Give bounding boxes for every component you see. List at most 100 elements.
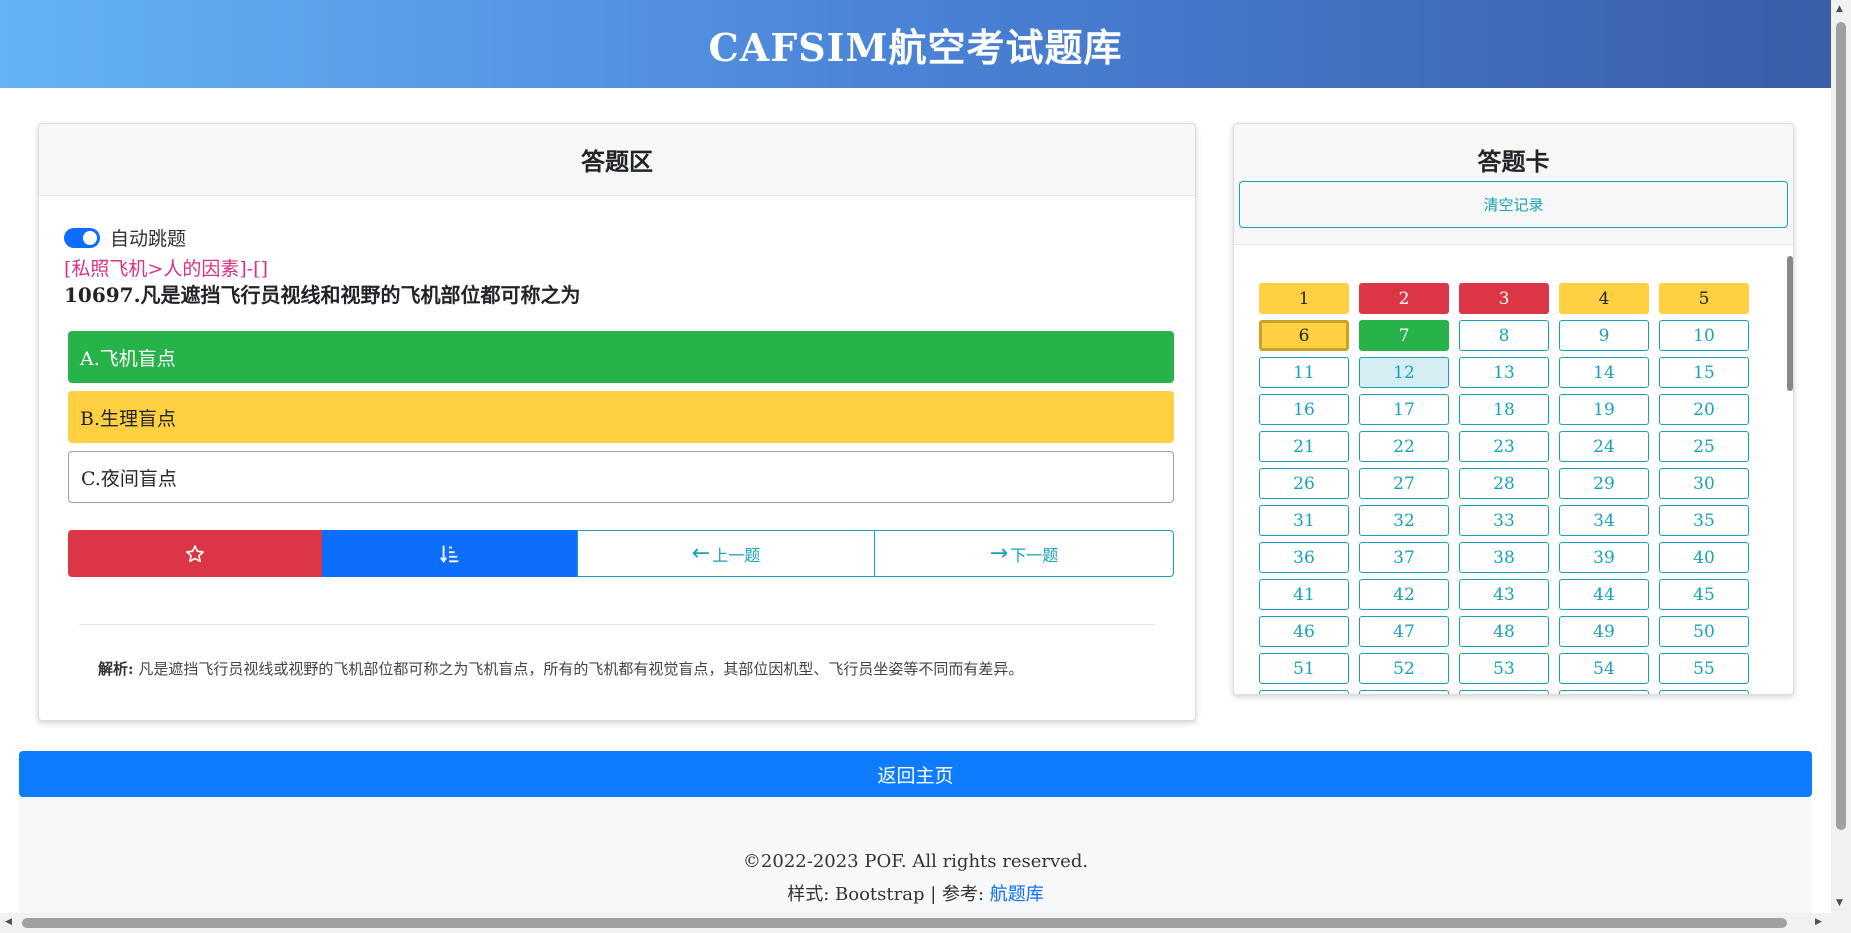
answer-sheet-cell-45[interactable]: 45 [1659,579,1749,610]
answer-sheet-cell-37[interactable]: 37 [1359,542,1449,573]
answer-sheet-cell-19[interactable]: 19 [1559,394,1649,425]
answer-sheet-cell-21[interactable]: 21 [1259,431,1349,462]
answer-sheet-cell-3[interactable]: 3 [1459,283,1549,314]
copyright-text: ©2022-2023 POF. All rights reserved. [742,851,1089,872]
answer-sheet-cell-18[interactable]: 18 [1459,394,1549,425]
answer-sheet-cell-32[interactable]: 32 [1359,505,1449,536]
answer-sheet-cell-38[interactable]: 38 [1459,542,1549,573]
page-horizontal-scrollbar[interactable]: ◀ ▶ [0,913,1831,933]
answer-sheet-cell-59[interactable]: 59 [1559,690,1649,694]
answer-sheet-cell-42[interactable]: 42 [1359,579,1449,610]
answer-sheet-cell-13[interactable]: 13 [1459,357,1549,388]
sort-numeric-down-icon [439,545,458,563]
question-category: [私照飞机>人的因素]-[] [64,258,268,280]
option-a-label: A.飞机盲点 [80,347,176,370]
clear-records-button[interactable]: 清空记录 [1239,181,1788,228]
prev-question-label: 上一题 [712,545,761,565]
answer-sheet-cell-29[interactable]: 29 [1559,468,1649,499]
scroll-down-icon[interactable]: ▼ [1836,898,1843,908]
answer-sheet-cell-39[interactable]: 39 [1559,542,1649,573]
answer-sheet-cell-55[interactable]: 55 [1659,653,1749,684]
answer-sheet-cell-49[interactable]: 49 [1559,616,1649,647]
answer-sheet-cell-12[interactable]: 12 [1359,357,1449,388]
answer-sheet-cell-56[interactable]: 56 [1259,690,1349,694]
answer-sheet-cell-51[interactable]: 51 [1259,653,1349,684]
answer-sheet-cell-17[interactable]: 17 [1359,394,1449,425]
answer-sheet-cell-1[interactable]: 1 [1259,283,1349,314]
answer-area-title: 答题区 [39,124,1195,196]
answer-sheet-cell-6[interactable]: 6 [1259,320,1349,351]
analysis-divider [79,624,1155,625]
answer-sheet-cell-58[interactable]: 58 [1459,690,1549,694]
answer-sheet-cell-46[interactable]: 46 [1259,616,1349,647]
auto-jump-toggle[interactable] [64,227,100,248]
answer-sheet-cell-27[interactable]: 27 [1359,468,1449,499]
option-a[interactable]: A.飞机盲点 [68,331,1174,383]
answer-sheet-cell-53[interactable]: 53 [1459,653,1549,684]
answer-sheet-cell-24[interactable]: 24 [1559,431,1649,462]
answer-sheet-cell-10[interactable]: 10 [1659,320,1749,351]
answer-sheet-cell-47[interactable]: 47 [1359,616,1449,647]
scroll-left-icon[interactable]: ◀ [5,917,12,927]
answer-sheet-cell-11[interactable]: 11 [1259,357,1349,388]
answer-sheet-cell-16[interactable]: 16 [1259,394,1349,425]
return-home-button[interactable]: 返回主页 [19,751,1812,797]
answer-sheet-cell-34[interactable]: 34 [1559,505,1649,536]
reference-link[interactable]: 航题库 [990,884,1044,905]
answer-sheet-cell-41[interactable]: 41 [1259,579,1349,610]
answer-sheet-cell-4[interactable]: 4 [1559,283,1649,314]
answer-sheet-cell-60[interactable]: 60 [1659,690,1749,694]
answer-sheet-cell-33[interactable]: 33 [1459,505,1549,536]
answer-sheet-cell-48[interactable]: 48 [1459,616,1549,647]
answer-sheet-cell-5[interactable]: 5 [1659,283,1749,314]
answer-sheet-cell-8[interactable]: 8 [1459,320,1549,351]
analysis-text: 凡是遮挡飞行员视线或视野的飞机部位都可称之为飞机盲点，所有的飞机都有视觉盲点，其… [138,660,1024,678]
answer-sheet-cell-20[interactable]: 20 [1659,394,1749,425]
answer-sheet-cell-36[interactable]: 36 [1259,542,1349,573]
answer-sheet-cell-14[interactable]: 14 [1559,357,1649,388]
scroll-right-icon[interactable]: ▶ [1815,917,1822,927]
option-b-label: B.生理盲点 [80,407,177,430]
question-action-group: ← 上一题 → 下一题 [68,530,1174,577]
answer-sheet-card: 答题卡 清空记录 1 2 3 4 5 6 7 8 9 10 11 12 13 14 15 16 17 18 19 20… [1233,123,1794,695]
answer-sheet-cell-15[interactable]: 15 [1659,357,1749,388]
answer-sheet-cell-35[interactable]: 35 [1659,505,1749,536]
scroll-up-icon[interactable]: ▲ [1836,4,1843,14]
answer-sheet-cell-25[interactable]: 25 [1659,431,1749,462]
page-vertical-scrollbar[interactable]: ▲ ▼ [1831,0,1851,933]
answer-sheet-cell-7[interactable]: 7 [1359,320,1449,351]
answer-sheet-cell-52[interactable]: 52 [1359,653,1449,684]
prev-question-button[interactable]: ← 上一题 [577,530,875,577]
answer-sheet-cell-26[interactable]: 26 [1259,468,1349,499]
next-question-label: 下一题 [1010,545,1059,565]
answer-sheet-cell-30[interactable]: 30 [1659,468,1749,499]
answer-sheet-cell-43[interactable]: 43 [1459,579,1549,610]
answer-sheet-cell-50[interactable]: 50 [1659,616,1749,647]
answer-sheet-grid: 1 2 3 4 5 6 7 8 9 10 11 12 13 14 15 16 17 18 19 20 21 22 23 24 2… [1259,283,1749,694]
answer-sheet-header: 答题卡 清空记录 [1234,124,1793,245]
answer-sheet-title: 答题卡 [1477,147,1550,176]
option-b[interactable]: B.生理盲点 [68,391,1174,443]
answer-sheet-cell-2[interactable]: 2 [1359,283,1449,314]
option-c[interactable]: C.夜间盲点 [68,451,1174,503]
horizontal-scroll-thumb[interactable] [22,918,1787,928]
next-question-button[interactable]: → 下一题 [875,530,1174,577]
sort-button[interactable] [322,530,577,577]
auto-jump-row: 自动跳题 [64,224,186,251]
answer-sheet-cell-57[interactable]: 57 [1359,690,1449,694]
answer-area-card: 答题区 自动跳题 [私照飞机>人的因素]-[] 10697.凡是遮挡飞行员视线和… [38,123,1196,721]
answer-sheet-cell-9[interactable]: 9 [1559,320,1649,351]
app-title: CAFSIM航空考试题库 [708,24,1123,70]
answer-sheet-cell-31[interactable]: 31 [1259,505,1349,536]
answer-sheet-grid-area[interactable]: 1 2 3 4 5 6 7 8 9 10 11 12 13 14 15 16 17 18 19 20 21 22 23 24 2… [1234,246,1793,694]
answer-sheet-cell-54[interactable]: 54 [1559,653,1649,684]
answer-sheet-cell-23[interactable]: 23 [1459,431,1549,462]
vertical-scroll-thumb[interactable] [1836,22,1846,830]
favorite-button[interactable] [68,530,322,577]
answer-sheet-cell-40[interactable]: 40 [1659,542,1749,573]
question-text: 10697.凡是遮挡飞行员视线和视野的飞机部位都可称之为 [64,283,581,307]
answer-sheet-scrollbar[interactable] [1787,256,1793,391]
answer-sheet-cell-44[interactable]: 44 [1559,579,1649,610]
answer-sheet-cell-22[interactable]: 22 [1359,431,1449,462]
answer-sheet-cell-28[interactable]: 28 [1459,468,1549,499]
